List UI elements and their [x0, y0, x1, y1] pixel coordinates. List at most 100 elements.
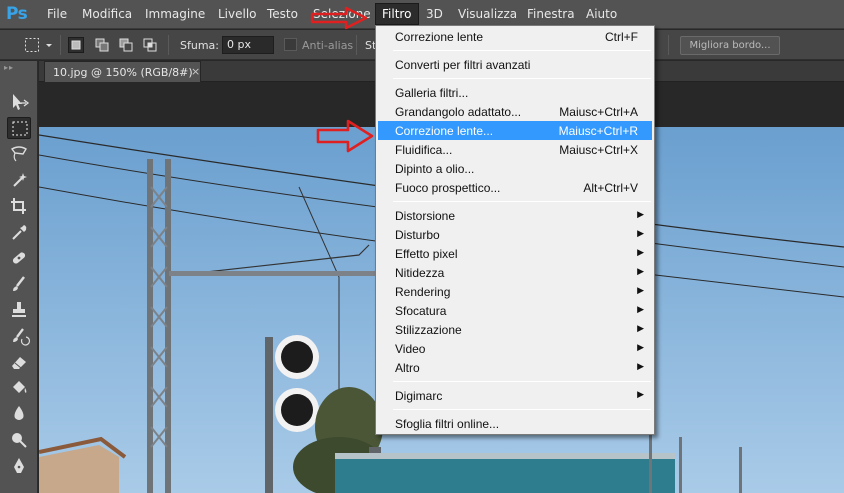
menu-file[interactable]: File [47, 7, 67, 21]
menu-3d[interactable]: 3D [426, 7, 443, 21]
menu-item-label: Nitidezza [395, 266, 445, 280]
menu-item-blur[interactable]: Sfocatura ▶ [378, 301, 652, 320]
menu-item-vanishing-point[interactable]: Fuoco prospettico... Alt+Ctrl+V [378, 178, 652, 197]
menu-finestra[interactable]: Finestra [527, 7, 575, 21]
submenu-arrow-icon: ▶ [637, 389, 644, 399]
submenu-arrow-icon: ▶ [637, 285, 644, 295]
dodge-tool-icon[interactable] [7, 429, 31, 451]
menu-filtro[interactable]: Filtro [375, 3, 419, 25]
options-separator [668, 35, 669, 55]
menu-aiuto[interactable]: Aiuto [586, 7, 617, 21]
menu-item-oil-paint[interactable]: Dipinto a olio... [378, 159, 652, 178]
crop-tool-icon[interactable] [7, 195, 31, 217]
options-separator [60, 35, 61, 55]
marquee-tool-icon[interactable] [7, 117, 31, 139]
menu-item-label: Video [395, 342, 426, 356]
menu-item-shortcut: Alt+Ctrl+V [583, 181, 638, 195]
menu-item-browse-filters-online[interactable]: Sfoglia filtri online... [378, 414, 652, 433]
menu-item-label: Effetto pixel [395, 247, 458, 261]
annotation-arrow-icon [316, 119, 374, 153]
menu-item-video[interactable]: Video ▶ [378, 339, 652, 358]
document-tab[interactable]: 10.jpg @ 150% (RGB/8#) × [44, 61, 201, 82]
menu-item-label: Altro [395, 361, 420, 375]
menu-modifica[interactable]: Modifica [82, 7, 132, 21]
menu-item-sharpen[interactable]: Nitidezza ▶ [378, 263, 652, 282]
menu-item-digimarc[interactable]: Digimarc ▶ [378, 386, 652, 405]
magic-wand-icon[interactable] [7, 169, 31, 191]
menu-item-label: Sfocatura [395, 304, 447, 318]
menu-immagine[interactable]: Immagine [145, 7, 205, 21]
blur-tool-icon[interactable] [7, 403, 31, 425]
feather-label: Sfuma: [180, 39, 219, 52]
eyedropper-icon[interactable] [7, 221, 31, 243]
menu-item-last-filter[interactable]: Correzione lente Ctrl+F [378, 27, 652, 46]
menu-item-label: Correzione lente [395, 30, 484, 44]
menu-item-noise[interactable]: Disturbo ▶ [378, 225, 652, 244]
document-tab-label: 10.jpg @ 150% (RGB/8#) [53, 66, 193, 79]
menu-item-pixelate[interactable]: Effetto pixel ▶ [378, 244, 652, 263]
brush-tool-icon[interactable] [7, 273, 31, 295]
marquee-preset-icon[interactable] [24, 37, 40, 53]
history-brush-icon[interactable] [7, 325, 31, 347]
new-selection-icon[interactable] [68, 37, 84, 53]
clone-stamp-icon[interactable] [7, 299, 31, 321]
menu-separator [393, 409, 651, 410]
submenu-arrow-icon: ▶ [637, 266, 644, 276]
menu-separator [393, 78, 651, 79]
menu-item-stylize[interactable]: Stilizzazione ▶ [378, 320, 652, 339]
menu-item-lens-correction[interactable]: Correzione lente... Maiusc+Ctrl+R [378, 121, 652, 140]
menu-item-shortcut: Ctrl+F [605, 30, 638, 44]
submenu-arrow-icon: ▶ [637, 209, 644, 219]
tools-panel: ▸▸ [0, 61, 38, 493]
submenu-arrow-icon: ▶ [637, 342, 644, 352]
panel-grip-icon[interactable]: ▸▸ [4, 63, 14, 72]
preset-dropdown-icon[interactable] [44, 37, 54, 53]
menu-item-smart-filters[interactable]: Converti per filtri avanzati [378, 55, 652, 74]
menu-item-label: Galleria filtri... [395, 86, 469, 100]
menu-item-filter-gallery[interactable]: Galleria filtri... [378, 83, 652, 102]
antialias-label: Anti-alias [302, 39, 354, 52]
eraser-icon[interactable] [7, 351, 31, 373]
submenu-arrow-icon: ▶ [637, 323, 644, 333]
menu-livello[interactable]: Livello [218, 7, 257, 21]
refine-edge-button[interactable]: Migliora bordo... [680, 36, 780, 55]
move-tool-icon[interactable] [7, 91, 31, 113]
paint-bucket-icon[interactable] [7, 377, 31, 399]
pen-tool-icon[interactable] [7, 455, 31, 477]
menu-item-label: Fuoco prospettico... [395, 181, 501, 195]
add-to-selection-icon[interactable] [94, 37, 110, 53]
menu-separator [393, 201, 651, 202]
feather-input[interactable]: 0 px [222, 36, 274, 54]
menu-testo[interactable]: Testo [267, 7, 298, 21]
intersect-selection-icon[interactable] [142, 37, 158, 53]
menu-item-adaptive-wide-angle[interactable]: Grandangolo adattato... Maiusc+Ctrl+A [378, 102, 652, 121]
subtract-from-selection-icon[interactable] [118, 37, 134, 53]
menu-item-liquify[interactable]: Fluidifica... Maiusc+Ctrl+X [378, 140, 652, 159]
submenu-arrow-icon: ▶ [637, 247, 644, 257]
lasso-tool-icon[interactable] [7, 143, 31, 165]
menu-item-shortcut: Maiusc+Ctrl+A [559, 105, 638, 119]
close-icon[interactable]: × [191, 65, 200, 78]
submenu-arrow-icon: ▶ [637, 361, 644, 371]
menu-separator [393, 381, 651, 382]
menu-item-label: Dipinto a olio... [395, 162, 475, 176]
submenu-arrow-icon: ▶ [637, 228, 644, 238]
menu-item-distort[interactable]: Distorsione ▶ [378, 206, 652, 225]
submenu-arrow-icon: ▶ [637, 304, 644, 314]
menu-visualizza[interactable]: Visualizza [458, 7, 517, 21]
menu-item-label: Distorsione [395, 209, 456, 223]
antialias-checkbox[interactable] [284, 38, 297, 51]
healing-brush-icon[interactable] [7, 247, 31, 269]
menu-item-label: Converti per filtri avanzati [395, 58, 531, 72]
menu-item-label: Digimarc [395, 389, 443, 403]
menu-item-render[interactable]: Rendering ▶ [378, 282, 652, 301]
filter-menu-dropdown: Correzione lente Ctrl+F Converti per fil… [375, 25, 655, 435]
menu-item-label: Rendering [395, 285, 451, 299]
menu-item-label: Grandangolo adattato... [395, 105, 522, 119]
menu-item-label: Sfoglia filtri online... [395, 417, 500, 431]
menu-filtro-label: Filtro [382, 7, 412, 21]
menu-item-other[interactable]: Altro ▶ [378, 358, 652, 377]
menu-item-label: Stilizzazione [395, 323, 462, 337]
menu-separator [393, 50, 651, 51]
menu-item-label: Disturbo [395, 228, 440, 242]
